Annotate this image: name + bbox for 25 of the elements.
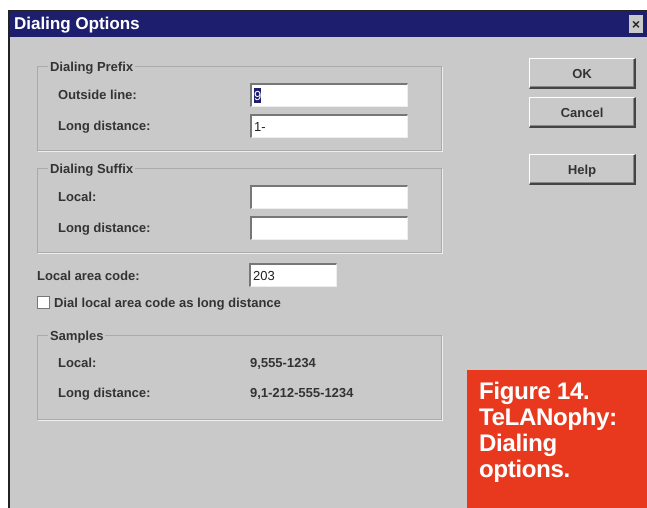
group-title: Samples xyxy=(49,328,104,343)
sample-number: 9,1-212-555-1234 xyxy=(250,384,354,400)
field-label: Long distance: xyxy=(58,220,152,235)
dialog-button[interactable]: Help xyxy=(529,154,636,185)
area-code-field[interactable]: 203 xyxy=(249,263,337,287)
sample-label: Local: xyxy=(58,354,98,370)
field-label: Outside line: xyxy=(58,87,138,102)
text-field[interactable] xyxy=(250,184,408,208)
window-title: Dialing Options xyxy=(14,14,140,34)
sample-number: 9,555-1234 xyxy=(250,354,316,370)
checkbox[interactable] xyxy=(37,296,50,309)
text-field[interactable]: 1- xyxy=(250,114,408,138)
group-title: Dialing Suffix xyxy=(49,161,134,176)
figure-caption: Figure 14. TeLANophy: Dialing options. xyxy=(467,370,647,508)
text-field[interactable]: 9 xyxy=(250,82,408,106)
group-title: Dialing Prefix xyxy=(49,59,134,74)
field-label: Long distance: xyxy=(58,118,152,133)
field-label: Local: xyxy=(58,189,98,204)
text-field[interactable] xyxy=(250,216,408,240)
field-label: Local area code: xyxy=(37,268,141,282)
sample-label: Long distance: xyxy=(58,384,152,400)
dialog-button[interactable]: OK xyxy=(529,58,636,89)
checkbox-label[interactable]: Dial local area code as long distance xyxy=(54,295,281,310)
close-button[interactable]: × xyxy=(629,15,643,33)
dialog-button[interactable]: Cancel xyxy=(529,97,636,128)
